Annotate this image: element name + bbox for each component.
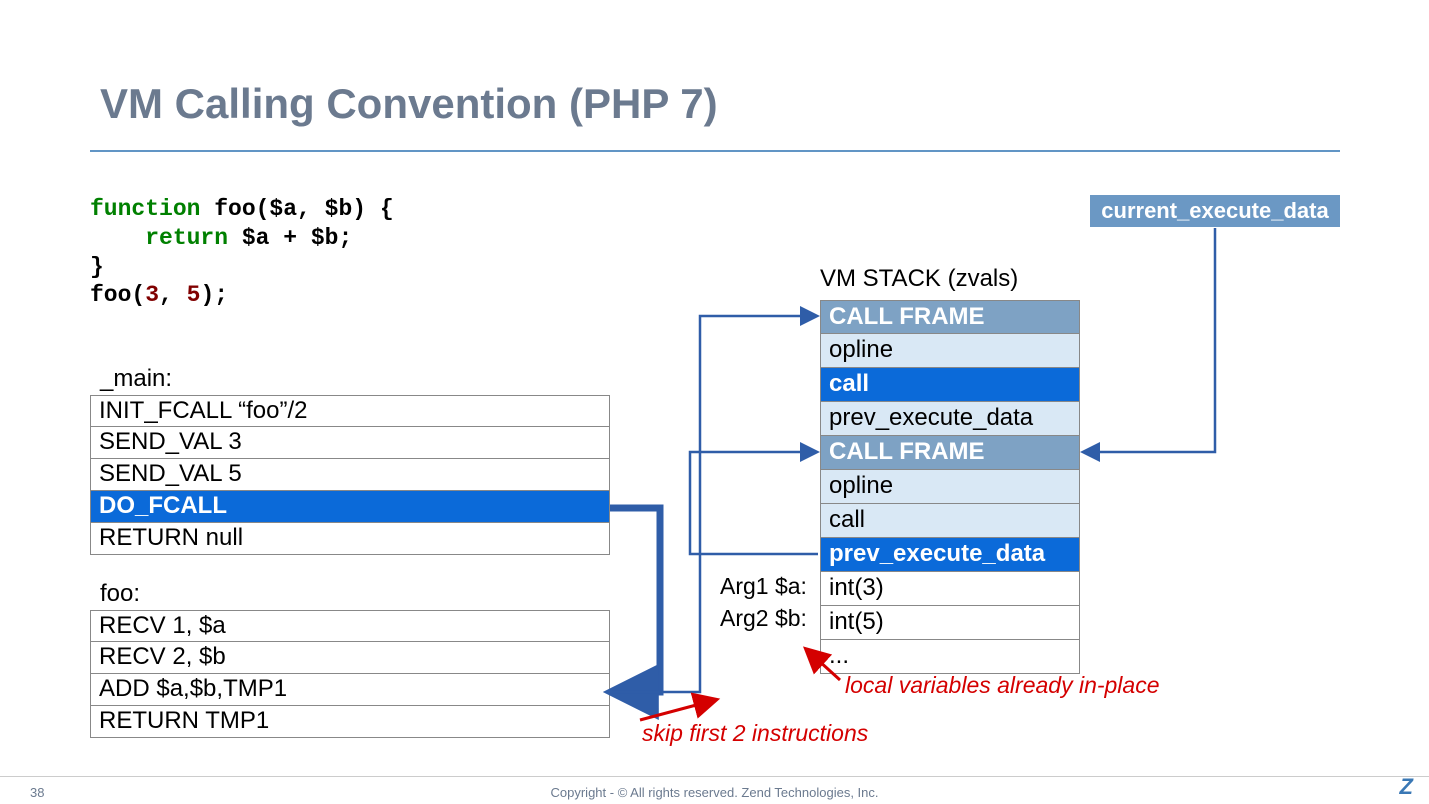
- code-kw: function: [90, 196, 200, 222]
- code-kw: return: [90, 225, 228, 251]
- opcode-row: ADD $a,$b,TMP1: [90, 674, 610, 706]
- slide-number: 38: [30, 785, 44, 800]
- code-text: foo(: [90, 282, 145, 308]
- arg-label: Arg1 $a:: [720, 573, 807, 600]
- opcode-row: INIT_FCALL “foo”/2: [90, 395, 610, 427]
- stack-row: opline: [820, 334, 1080, 368]
- footer: 38 Copyright - © All rights reserved. Ze…: [0, 776, 1429, 804]
- opcode-row: SEND_VAL 3: [90, 427, 610, 459]
- code-block: function foo($a, $b) { return $a + $b; }…: [90, 195, 394, 310]
- callout-local-vars: local variables already in-place: [845, 672, 1160, 699]
- stack-row: ...: [820, 640, 1080, 674]
- code-text: );: [200, 282, 228, 308]
- opcode-table-main: INIT_FCALL “foo”/2 SEND_VAL 3 SEND_VAL 5…: [90, 395, 610, 555]
- code-text: $a + $b;: [228, 225, 352, 251]
- code-num: 3: [145, 282, 159, 308]
- vm-stack: CALL FRAME opline call prev_execute_data…: [820, 300, 1080, 674]
- stack-row: prev_execute_data: [820, 538, 1080, 572]
- label-foo: foo:: [100, 580, 140, 608]
- opcode-row: RETURN TMP1: [90, 706, 610, 738]
- callout-skip: skip first 2 instructions: [642, 720, 868, 747]
- stack-title: VM STACK (zvals): [820, 265, 1018, 293]
- copyright: Copyright - © All rights reserved. Zend …: [551, 785, 879, 800]
- code-text: foo($a, $b) {: [200, 196, 393, 222]
- stack-row: int(5): [820, 606, 1080, 640]
- stack-row: prev_execute_data: [820, 402, 1080, 436]
- stack-row: call: [820, 504, 1080, 538]
- opcode-row: SEND_VAL 5: [90, 459, 610, 491]
- arg-label: Arg2 $b:: [720, 605, 807, 632]
- zend-logo: Z: [1400, 774, 1411, 800]
- stack-row: CALL FRAME: [820, 300, 1080, 334]
- stack-row: call: [820, 368, 1080, 402]
- opcode-row-highlight: DO_FCALL: [90, 491, 610, 523]
- stack-row: CALL FRAME: [820, 436, 1080, 470]
- opcode-row: RECV 2, $b: [90, 642, 610, 674]
- stack-row: opline: [820, 470, 1080, 504]
- title-underline: [90, 150, 1340, 152]
- slide-title: VM Calling Convention (PHP 7): [100, 80, 718, 128]
- code-num: 5: [187, 282, 201, 308]
- current-execute-data-box: current_execute_data: [1090, 195, 1340, 227]
- opcode-row: RETURN null: [90, 523, 610, 555]
- code-text: ,: [159, 282, 187, 308]
- stack-row: int(3): [820, 572, 1080, 606]
- opcode-table-foo: RECV 1, $a RECV 2, $b ADD $a,$b,TMP1 RET…: [90, 610, 610, 738]
- opcode-row: RECV 1, $a: [90, 610, 610, 642]
- label-main: _main:: [100, 365, 172, 393]
- code-text: }: [90, 254, 104, 280]
